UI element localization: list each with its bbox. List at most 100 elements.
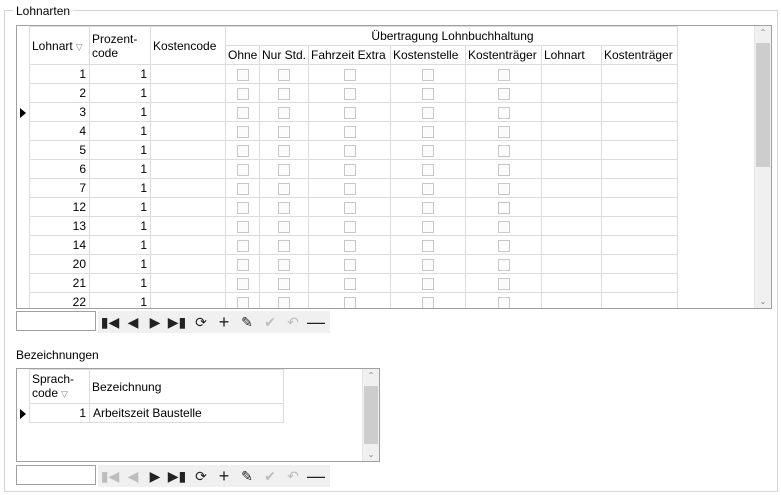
navigator-position-input[interactable] (16, 311, 96, 331)
undo-icon[interactable]: ↶ (283, 313, 303, 331)
checkbox-nur-std[interactable] (278, 201, 290, 214)
edit-icon[interactable]: ✎ (237, 313, 257, 331)
lohnarten-grid[interactable]: Lohnart ▽ Prozent- code Kostencode Übertr… (16, 25, 772, 309)
scroll-down-icon[interactable]: ⌄ (363, 450, 379, 459)
checkbox-nur-std[interactable] (278, 144, 290, 157)
col-header-nur-std[interactable]: Nur Std. (259, 45, 309, 65)
checkbox-nur-std[interactable] (278, 239, 290, 252)
undo-icon[interactable]: ↶ (283, 467, 303, 485)
table-row[interactable]: 41 (17, 121, 678, 141)
checkbox-kostentraeger[interactable] (497, 258, 510, 271)
refresh-icon[interactable]: ⟳ (191, 467, 211, 485)
checkbox-ohne[interactable] (236, 239, 249, 252)
checkbox-ohne[interactable] (236, 163, 249, 176)
checkbox-ohne[interactable] (236, 220, 249, 233)
cell-kostentraeger-2[interactable] (601, 140, 678, 160)
checkbox-nur-std[interactable] (278, 125, 290, 138)
cell-prozentcode[interactable]: 1 (89, 197, 151, 217)
cell-kostencode[interactable] (150, 292, 226, 308)
check-icon[interactable]: ✔ (260, 467, 280, 485)
col-header-prozentcode[interactable]: Prozent- code (89, 26, 151, 65)
cell-bezeichnung[interactable]: Arbeitszeit Baustelle (89, 403, 284, 423)
col-header-lohnart[interactable]: Lohnart ▽ (29, 26, 90, 65)
checkbox-kostenstelle[interactable] (422, 87, 434, 100)
cell-lohnart[interactable]: 21 (29, 273, 90, 293)
add-icon[interactable]: + (214, 313, 234, 331)
cell-kostencode[interactable] (150, 254, 226, 274)
col-header-bezeichnung[interactable]: Bezeichnung (89, 369, 284, 404)
cell-lohnart-2[interactable] (541, 140, 602, 160)
next-icon[interactable]: ▶ (145, 467, 165, 485)
checkbox-kostentraeger[interactable] (497, 163, 510, 176)
cell-prozentcode[interactable]: 1 (89, 292, 151, 308)
checkbox-kostentraeger[interactable] (497, 220, 510, 233)
cell-lohnart[interactable]: 6 (29, 159, 90, 179)
checkbox-kostenstelle[interactable] (422, 296, 434, 308)
checkbox-ohne[interactable] (236, 106, 249, 119)
checkbox-kostenstelle[interactable] (422, 182, 434, 195)
table-row[interactable]: 61 (17, 159, 678, 179)
checkbox-fahrzeit-extra[interactable] (343, 296, 356, 308)
checkbox-fahrzeit-extra[interactable] (343, 87, 356, 100)
cell-lohnart-2[interactable] (541, 216, 602, 236)
cell-prozentcode[interactable]: 1 (89, 178, 151, 198)
cell-prozentcode[interactable]: 1 (89, 121, 151, 141)
checkbox-fahrzeit-extra[interactable] (343, 239, 356, 252)
checkbox-ohne[interactable] (236, 258, 249, 271)
cell-kostentraeger-2[interactable] (601, 121, 678, 141)
cell-lohnart[interactable]: 20 (29, 254, 90, 274)
cell-kostentraeger-2[interactable] (601, 273, 678, 293)
checkbox-kostenstelle[interactable] (422, 239, 434, 252)
cell-kostentraeger-2[interactable] (601, 292, 678, 308)
cell-lohnart-2[interactable] (541, 64, 602, 84)
checkbox-fahrzeit-extra[interactable] (343, 201, 356, 214)
cell-lohnart-2[interactable] (541, 273, 602, 293)
navigator-position-input[interactable] (16, 465, 96, 485)
next-icon[interactable]: ▶ (145, 313, 165, 331)
checkbox-fahrzeit-extra[interactable] (343, 125, 356, 138)
delete-icon[interactable]: — (306, 313, 326, 331)
checkbox-fahrzeit-extra[interactable] (343, 106, 356, 119)
checkbox-ohne[interactable] (236, 125, 249, 138)
checkbox-ohne[interactable] (236, 182, 249, 195)
cell-kostencode[interactable] (150, 121, 226, 141)
checkbox-fahrzeit-extra[interactable] (343, 163, 356, 176)
cell-prozentcode[interactable]: 1 (89, 83, 151, 103)
cell-kostencode[interactable] (150, 64, 226, 84)
cell-kostencode[interactable] (150, 216, 226, 236)
checkbox-nur-std[interactable] (278, 277, 290, 290)
table-row[interactable]: 51 (17, 140, 678, 160)
checkbox-ohne[interactable] (236, 68, 249, 81)
filter-icon[interactable]: ▽ (76, 42, 83, 52)
cell-lohnart[interactable]: 5 (29, 140, 90, 160)
cell-prozentcode[interactable]: 1 (89, 159, 151, 179)
checkbox-kostentraeger[interactable] (497, 68, 510, 81)
add-icon[interactable]: + (214, 467, 234, 485)
checkbox-kostentraeger[interactable] (497, 106, 510, 119)
cell-lohnart[interactable]: 3 (29, 102, 90, 122)
table-row[interactable]: 12 1 (17, 197, 678, 217)
checkbox-fahrzeit-extra[interactable] (343, 144, 356, 157)
cell-kostencode[interactable] (150, 83, 226, 103)
col-header-kostentraeger[interactable]: Kostenträger (465, 45, 542, 65)
first-icon[interactable]: ▮◀ (100, 467, 120, 485)
scroll-up-icon[interactable]: ⌃ (363, 371, 379, 380)
table-row[interactable]: 13 1 (17, 216, 678, 236)
cell-kostentraeger-2[interactable] (601, 178, 678, 198)
checkbox-nur-std[interactable] (278, 220, 290, 233)
checkbox-kostenstelle[interactable] (422, 144, 434, 157)
checkbox-fahrzeit-extra[interactable] (343, 277, 356, 290)
checkbox-kostentraeger[interactable] (497, 144, 510, 157)
checkbox-kostenstelle[interactable] (422, 277, 434, 290)
cell-lohnart[interactable]: 13 (29, 216, 90, 236)
checkbox-nur-std[interactable] (278, 87, 290, 100)
cell-kostentraeger-2[interactable] (601, 197, 678, 217)
cell-kostencode[interactable] (150, 102, 226, 122)
cell-kostentraeger-2[interactable] (601, 216, 678, 236)
table-row[interactable]: 22 1 (17, 292, 678, 308)
col-header-lohnart-2[interactable]: Lohnart (541, 45, 602, 65)
cell-kostencode[interactable] (150, 197, 226, 217)
checkbox-kostenstelle[interactable] (422, 220, 434, 233)
cell-lohnart-2[interactable] (541, 159, 602, 179)
table-row[interactable]: 71 (17, 178, 678, 198)
